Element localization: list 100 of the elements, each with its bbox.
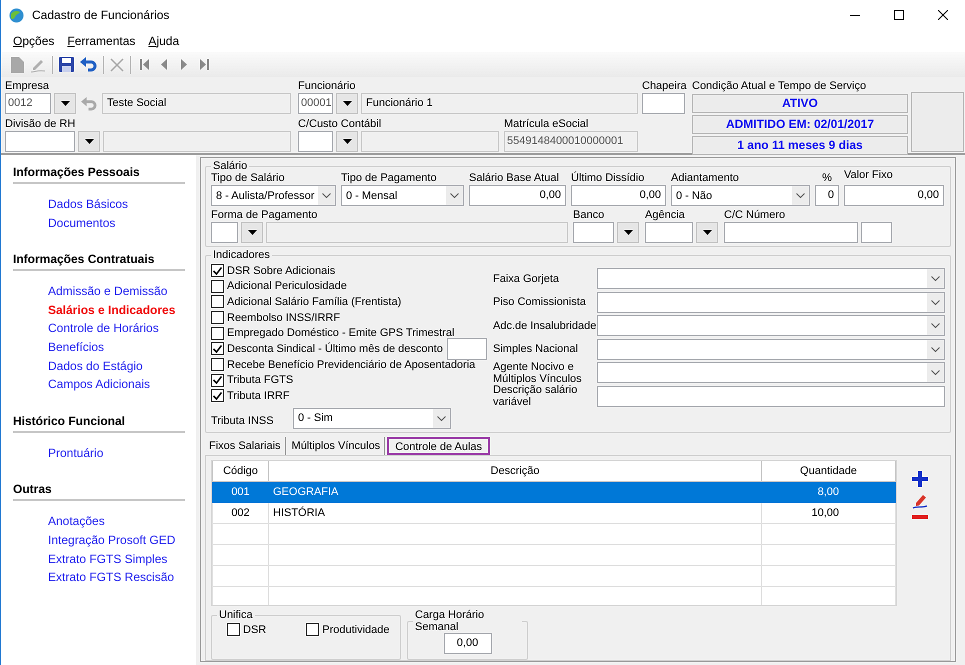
checkmark-icon [213, 344, 222, 353]
matricula-field[interactable]: 5549148400010000001 [504, 131, 638, 152]
input-field[interactable] [103, 131, 291, 152]
select-field[interactable] [597, 268, 945, 290]
dropdown-button[interactable] [54, 93, 76, 114]
tab[interactable]: Múltiplos Vínculos [288, 436, 386, 455]
input-field[interactable] [361, 131, 499, 152]
checkbox[interactable] [211, 264, 224, 278]
checkbox-label: Empregado Doméstico - Emite GPS Trimestral [227, 327, 454, 340]
checkbox-label: DSR Sobre Adicionais [227, 264, 336, 277]
sidebar-link[interactable]: Documentos [13, 214, 116, 232]
field-label: Valor Fixo [844, 169, 894, 182]
sidebar-link[interactable]: Dados do Estágio [13, 356, 143, 376]
sidebar-link[interactable]: Benefícios [13, 338, 104, 357]
name-field[interactable]: Funcionário 1 [361, 93, 638, 114]
select-field[interactable]: 8 - Aulista/Professor [211, 185, 336, 206]
checkbox[interactable] [211, 311, 224, 324]
input-field[interactable] [573, 222, 614, 243]
field-label: Tipo de Salário [211, 172, 286, 185]
undo-icon [80, 57, 97, 72]
menu-item[interactable]: Opções [13, 34, 54, 48]
code-field[interactable]: 0012 [5, 93, 51, 114]
select-field[interactable]: 0 - Sim [293, 408, 451, 429]
input-field[interactable] [597, 386, 945, 407]
input-field[interactable]: 0,00 [444, 633, 492, 654]
table-row[interactable]: 002 HISTÓRIA 10,00 [212, 502, 896, 524]
select-field[interactable] [597, 362, 945, 384]
sidebar-link[interactable]: Admissão e Demissão [13, 282, 168, 301]
sidebar-link[interactable]: Anotações [13, 512, 105, 531]
menu-item[interactable]: Ajuda [148, 34, 180, 48]
field-label: Agente Nocivo e Múltiplos Vínculos [493, 360, 583, 385]
dropdown-button[interactable] [617, 222, 639, 243]
caret-icon [248, 230, 256, 235]
maximize-icon [894, 10, 904, 20]
checkbox[interactable] [211, 389, 224, 402]
select-field[interactable]: 0 - Não [671, 185, 810, 206]
field-label: Piso Comissionista [493, 296, 587, 308]
checkbox[interactable] [306, 623, 320, 636]
input-field[interactable] [645, 222, 693, 243]
select-field[interactable] [597, 315, 945, 336]
dropdown-button[interactable] [241, 222, 263, 243]
sidebar-link[interactable]: Salários e Indicadores [13, 300, 176, 320]
dropdown-button[interactable] [336, 93, 358, 114]
table-cell: 10,00 [762, 502, 896, 524]
input-field[interactable]: 0,00 [469, 185, 566, 206]
table-cell: 002 [212, 502, 268, 524]
select-field[interactable] [597, 292, 945, 313]
sidebar-link[interactable]: Integração Prosoft GED [13, 530, 176, 550]
input-field[interactable] [446, 338, 487, 360]
chevron-icon [927, 363, 944, 382]
dropdown-button[interactable] [336, 131, 358, 152]
table-row[interactable]: 001 GEOGRAFIA 8,00 [212, 482, 896, 502]
input-field[interactable]: 0 [815, 185, 839, 206]
input-field[interactable]: 0,00 [571, 185, 666, 206]
select-field[interactable] [597, 338, 945, 360]
input-field[interactable] [861, 222, 892, 243]
field-label: Matrícula eSocial [504, 118, 590, 131]
sidebar-link[interactable]: Prontuário [13, 444, 104, 462]
input-field[interactable] [5, 131, 75, 152]
chevron-icon [927, 340, 944, 359]
field-label: Tipo de Pagamento [341, 172, 438, 185]
input-field[interactable] [642, 93, 685, 114]
checkbox[interactable] [211, 342, 224, 356]
sidebar-link[interactable]: Controle de Horários [13, 319, 159, 338]
caret-icon [342, 101, 352, 106]
input-field[interactable] [211, 222, 238, 243]
checkbox[interactable] [211, 326, 224, 340]
menu-item[interactable]: Ferramentas [67, 34, 136, 48]
sidebar-link[interactable]: Extrato FGTS Simples [13, 550, 168, 568]
checkbox[interactable] [211, 280, 224, 293]
checkbox[interactable] [211, 374, 224, 387]
name-field[interactable]: Teste Social [102, 93, 291, 114]
checkbox[interactable] [227, 623, 240, 636]
column-header: Descrição [268, 461, 762, 482]
group-title: Salário [212, 160, 248, 172]
input-field[interactable]: 0,00 [844, 185, 944, 206]
chevron-icon [927, 316, 944, 336]
tab[interactable]: Fixos Salariais [205, 436, 286, 455]
dropdown-button[interactable] [78, 131, 100, 152]
section-heading: Informações Pessoais [13, 165, 185, 184]
close-icon [938, 10, 948, 20]
chevron-icon [446, 186, 463, 205]
dropdown-button[interactable] [696, 222, 718, 243]
code-field[interactable]: 00001 [298, 93, 333, 114]
checkbox-label: Tributa FGTS [227, 374, 294, 386]
select-field[interactable]: 0 - Mensal [341, 185, 464, 206]
checkbox[interactable] [211, 295, 224, 308]
add-icon[interactable] [912, 471, 928, 487]
section-heading: Informações Contratuais [13, 252, 185, 272]
sidebar-link[interactable]: Campos Adicionais [13, 375, 150, 394]
pencil-icon[interactable] [912, 493, 928, 509]
tab[interactable]: Controle de Aulas [387, 436, 490, 455]
checkbox[interactable] [211, 358, 224, 372]
sidebar-link[interactable]: Dados Básicos [13, 195, 128, 214]
field-label: Forma de Pagamento [211, 209, 318, 222]
sidebar-link[interactable]: Extrato FGTS Rescisão [13, 568, 174, 587]
input-field[interactable] [298, 131, 333, 152]
input-field[interactable] [724, 222, 858, 243]
checkbox-label: Tributa IRRF [227, 390, 290, 402]
input-field[interactable] [266, 222, 568, 243]
